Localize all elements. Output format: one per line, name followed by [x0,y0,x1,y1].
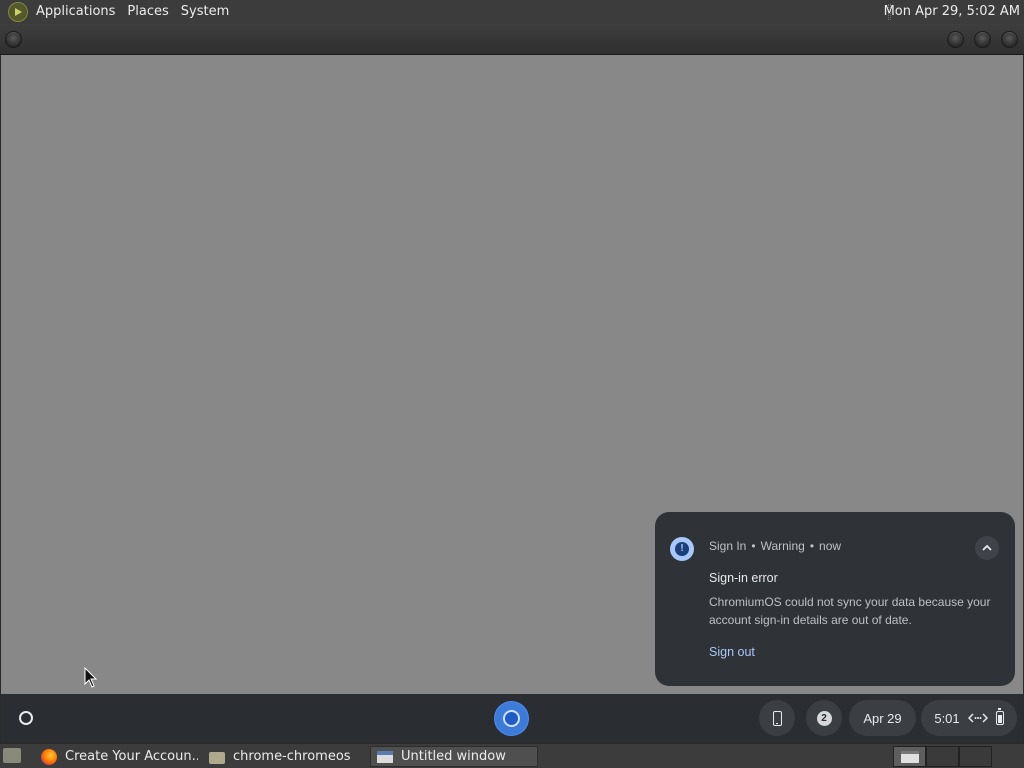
workspace-3[interactable] [959,746,992,767]
bottom-taskbar: Create Your Accoun... chrome-chromeos Un… [0,743,1024,768]
battery-icon [995,708,1004,725]
chevron-up-icon [982,544,992,551]
window-menu-button[interactable] [5,31,22,48]
window-titlebar[interactable] [0,24,1024,55]
close-button[interactable] [1001,31,1018,48]
launcher-button[interactable] [10,702,42,734]
notification-count: 2 [816,710,832,726]
collapse-button[interactable] [975,536,999,560]
maximize-button[interactable] [974,31,991,48]
task-label: chrome-chromeos [233,749,351,764]
menu-places[interactable]: Places [121,0,174,24]
minimize-button[interactable] [947,31,964,48]
menu-system[interactable]: System [175,0,235,24]
shelf-date: Apr 29 [863,710,902,726]
network-icon [967,713,988,723]
notification-app: Sign In [709,539,747,553]
mouse-cursor-icon [84,667,98,688]
task-folder[interactable]: chrome-chromeos [203,746,366,767]
shelf-time: 5:01 [934,710,960,726]
phone-icon [772,710,782,726]
notification-center-button[interactable]: 2 [806,700,842,736]
task-label: Create Your Accoun... [65,749,198,764]
workspace-1[interactable] [893,746,926,767]
notification-header: Sign In • Warning • now [709,539,842,553]
notification-body: ChromiumOS could not sync your data beca… [709,595,991,627]
phone-hub-button[interactable] [759,700,795,736]
firefox-icon [41,748,57,765]
sign-out-button[interactable]: Sign out [709,645,755,659]
date-tray-button[interactable]: Apr 29 [849,700,916,736]
folder-icon [209,751,225,764]
info-icon: ! [670,537,694,561]
task-label: Untitled window [401,749,506,764]
task-firefox[interactable]: Create Your Accoun... [35,746,198,767]
workspace-2[interactable] [926,746,959,767]
task-untitled-window[interactable]: Untitled window [370,746,538,767]
notification-popup[interactable]: ! Sign In • Warning • now Sign-in error Chro… [655,512,1015,686]
panel-clock[interactable]: Mon Apr 29, 5:02 AM [884,0,1020,24]
menu-applications[interactable]: Applications [30,0,121,24]
notification-time: now [819,539,842,553]
notification-severity: Warning [760,539,805,553]
launcher-icon [19,711,33,725]
gnome-foot-icon[interactable] [8,2,28,22]
chromeos-shelf: 2 Apr 29 5:01 [1,694,1023,742]
notification-title: Sign-in error [709,571,778,585]
chromium-icon[interactable] [495,702,528,735]
show-desktop-icon[interactable] [3,748,21,763]
top-panel: Applications Places System Mon Apr 29, 5… [0,0,1024,24]
status-tray-button[interactable]: 5:01 [921,700,1017,736]
window-icon [377,750,393,763]
